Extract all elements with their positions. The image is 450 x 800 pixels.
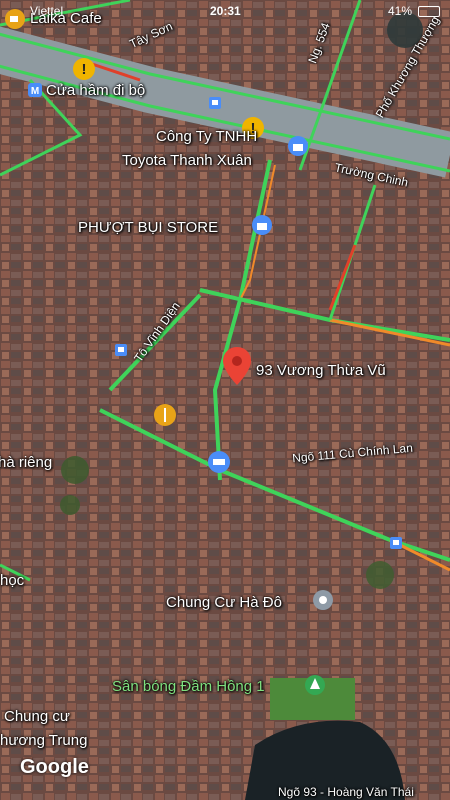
place-label[interactable]: hương Trung (0, 732, 87, 749)
carrier-label: Viettel (30, 4, 64, 18)
place-label[interactable]: Toyota Thanh Xuân (122, 152, 252, 169)
location-pin-icon[interactable] (312, 589, 334, 613)
park-icon[interactable] (304, 674, 326, 698)
selected-place-label[interactable]: 93 Vương Thừa Vũ (256, 362, 386, 379)
location-pin-icon[interactable] (223, 347, 251, 385)
place-label[interactable]: học (0, 572, 24, 589)
place-label[interactable]: Chung cư (4, 708, 70, 725)
shopping-cart-icon[interactable] (207, 450, 231, 476)
shopping-bag-icon[interactable] (287, 135, 309, 159)
status-bar: Viettel 20:31 41% (0, 0, 450, 22)
warning-icon[interactable]: ! (72, 57, 96, 81)
place-label[interactable]: Sân bóng Đầm Hồng 1 (112, 678, 265, 695)
place-label[interactable]: hà riêng (0, 454, 52, 471)
restaurant-icon[interactable] (153, 403, 177, 429)
metro-icon[interactable]: M (28, 83, 42, 97)
google-logo: Google (20, 756, 89, 778)
bus-stop-icon[interactable] (209, 97, 221, 109)
bus-stop-icon[interactable] (390, 537, 402, 549)
battery-icon (418, 6, 440, 17)
place-label[interactable]: PHƯỢT BỤI STORE (78, 219, 218, 236)
bus-stop-icon[interactable] (115, 344, 127, 356)
svg-text:!: ! (82, 61, 87, 78)
place-label[interactable]: Chung Cư Hà Đô (166, 594, 282, 611)
shopping-bag-icon[interactable] (251, 214, 273, 238)
battery-percent: 41% (388, 4, 413, 18)
clock: 20:31 (210, 4, 241, 18)
svg-text:M: M (31, 86, 39, 97)
place-label[interactable]: Cửa hầm đi bộ (46, 82, 145, 99)
street-label: Ngõ 93 - Hoàng Văn Thái (278, 785, 414, 799)
place-label[interactable]: Công Ty TNHH (156, 128, 257, 145)
